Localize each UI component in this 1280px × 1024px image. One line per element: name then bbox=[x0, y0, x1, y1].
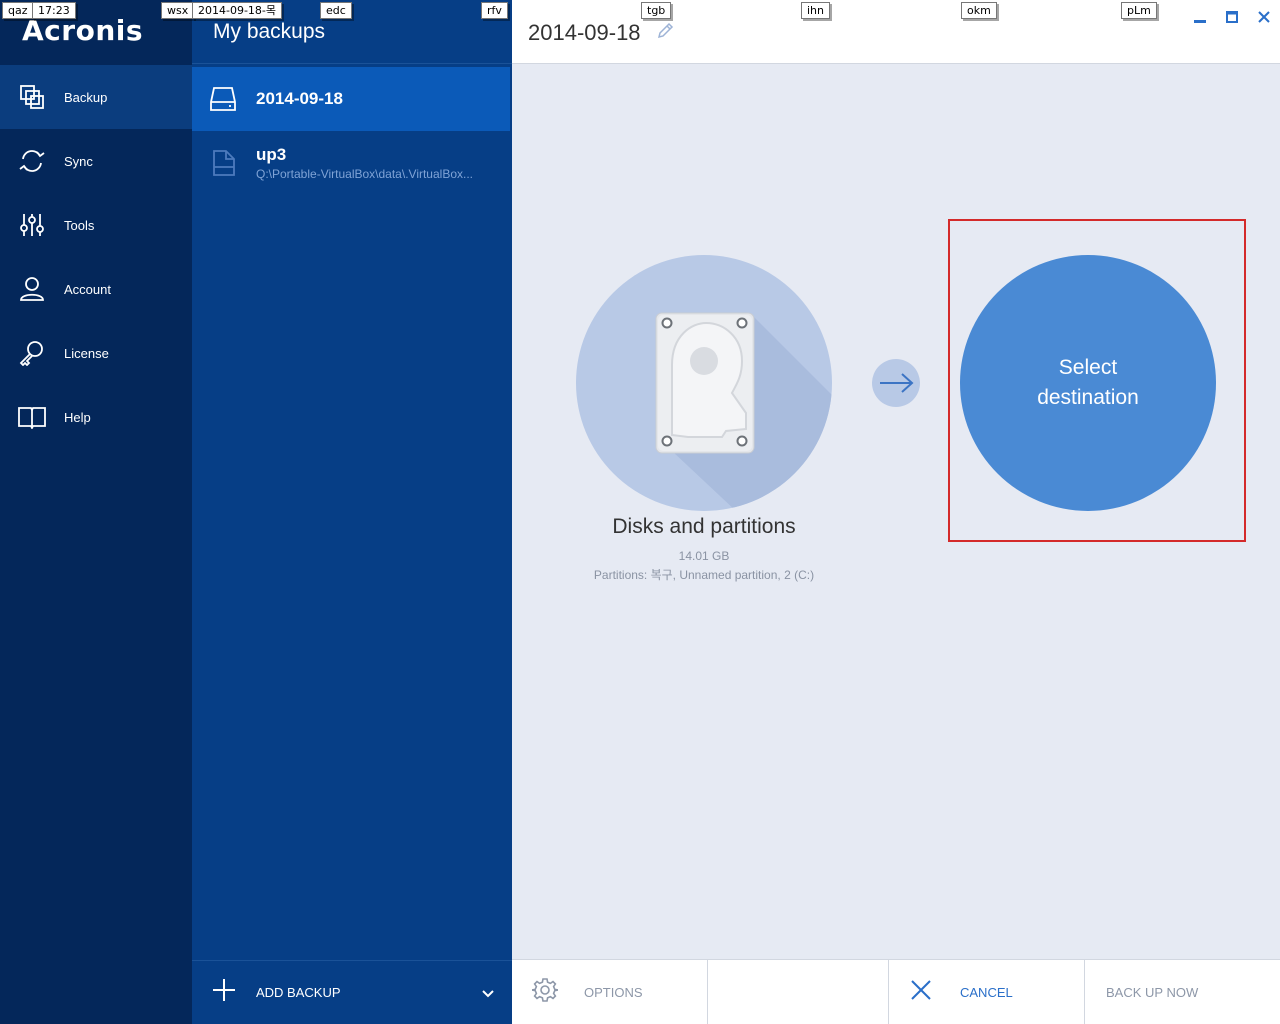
backup-list-item[interactable]: up3 Q:\Portable-VirtualBox\data\.Virtual… bbox=[192, 131, 510, 195]
title-bar: 2014-09-18 bbox=[512, 0, 1280, 64]
main-navigation: Acronis Backup Sync Tools Account Licens… bbox=[0, 0, 192, 1024]
options-label: OPTIONS bbox=[584, 985, 643, 1000]
highlight-box bbox=[948, 219, 1246, 542]
source-title: Disks and partitions bbox=[612, 515, 796, 538]
pencil-edit-icon[interactable] bbox=[656, 22, 674, 45]
backup-path: Q:\Portable-VirtualBox\data\.VirtualBox.… bbox=[256, 167, 474, 181]
file-icon bbox=[208, 148, 238, 178]
nav-item-account[interactable]: Account bbox=[0, 257, 192, 321]
overlay-tag: okm bbox=[961, 2, 997, 19]
close-icon bbox=[910, 979, 932, 1006]
cancel-label: CANCEL bbox=[960, 985, 1013, 1000]
backup-name: 2014-09-18 bbox=[256, 89, 343, 108]
nav-item-tools[interactable]: Tools bbox=[0, 193, 192, 257]
gear-icon bbox=[531, 977, 559, 1008]
backup-list-title: My backups bbox=[213, 20, 326, 43]
source-disk-circle[interactable] bbox=[576, 255, 832, 511]
overlay-tag: 2014-09-18-목 bbox=[192, 2, 283, 19]
options-button[interactable]: OPTIONS bbox=[531, 960, 704, 1024]
backup-list-panel: My backups 2014-09-18 up3 Q:\Portable-Vi… bbox=[192, 0, 512, 1024]
overlay-tag: ihn bbox=[801, 2, 830, 19]
nav-item-license[interactable]: License bbox=[0, 321, 192, 385]
nav-item-label: License bbox=[64, 345, 109, 361]
tools-sliders-icon bbox=[18, 211, 46, 239]
overlay-tag: pLm bbox=[1121, 2, 1157, 19]
overlay-tag: wsx bbox=[161, 2, 195, 19]
backup-list-item[interactable]: 2014-09-18 bbox=[192, 67, 510, 131]
arrow-right-icon bbox=[872, 359, 920, 407]
drive-icon bbox=[208, 84, 238, 114]
chevron-down-icon[interactable] bbox=[482, 985, 494, 1003]
nav-item-help[interactable]: Help bbox=[0, 385, 192, 449]
hard-drive-icon bbox=[655, 312, 832, 511]
nav-item-label: Backup bbox=[64, 89, 108, 105]
nav-item-label: Help bbox=[64, 409, 91, 425]
key-icon bbox=[18, 339, 46, 367]
back-up-now-button[interactable]: BACK UP NOW bbox=[1106, 960, 1276, 1024]
add-backup-label: ADD BACKUP bbox=[256, 985, 341, 1000]
back-up-now-label: BACK UP NOW bbox=[1106, 985, 1199, 1000]
nav-item-label: Tools bbox=[64, 217, 95, 233]
nav-item-backup[interactable]: Backup bbox=[0, 65, 192, 129]
sync-icon bbox=[18, 147, 46, 175]
bottom-toolbar: OPTIONS CANCEL BACK UP NOW bbox=[512, 959, 1280, 1024]
nav-item-label: Sync bbox=[64, 153, 93, 169]
minimize-button[interactable] bbox=[1191, 8, 1209, 26]
overlay-tag: qaz bbox=[2, 2, 34, 19]
backup-name: up3 bbox=[256, 145, 287, 164]
user-icon bbox=[18, 275, 46, 303]
plus-icon bbox=[212, 978, 236, 1007]
source-size: 14.01 GB bbox=[678, 549, 730, 563]
overlay-tag: 17:23 bbox=[32, 2, 76, 19]
add-backup-button[interactable]: ADD BACKUP bbox=[192, 960, 512, 1024]
maximize-button[interactable] bbox=[1223, 8, 1241, 26]
cancel-button[interactable]: CANCEL bbox=[910, 960, 1080, 1024]
overlay-tag: rfv bbox=[481, 2, 508, 19]
backup-detail-pane: 2014-09-18 Disks and partitions 14.01 GB bbox=[512, 0, 1280, 1024]
backup-copy-icon bbox=[18, 83, 46, 111]
backup-title: 2014-09-18 bbox=[528, 20, 641, 45]
close-window-button[interactable] bbox=[1255, 8, 1273, 26]
nav-item-sync[interactable]: Sync bbox=[0, 129, 192, 193]
nav-item-label: Account bbox=[64, 281, 111, 297]
book-icon bbox=[18, 403, 46, 431]
source-partitions: Partitions: 복구, Unnamed partition, 2 (C:… bbox=[593, 568, 815, 582]
overlay-tag: edc bbox=[320, 2, 352, 19]
overlay-tag: tgb bbox=[641, 2, 672, 19]
